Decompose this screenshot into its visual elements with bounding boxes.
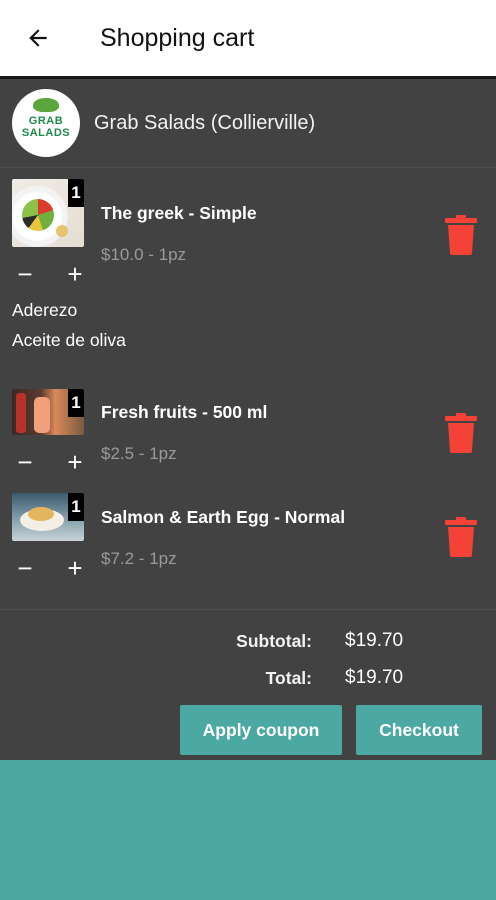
item-image: 1: [12, 493, 84, 541]
quantity-stepper: − +: [12, 555, 88, 581]
decrease-button[interactable]: −: [12, 555, 38, 581]
extra-option-value: Aceite de oliva: [12, 330, 126, 350]
item-name: Salmon & Earth Egg - Normal: [101, 507, 346, 527]
arrow-left-icon: [29, 29, 47, 47]
checkout-button[interactable]: Checkout: [356, 705, 482, 755]
increase-button[interactable]: +: [62, 555, 88, 581]
logo-text-line1: GRAB: [28, 115, 64, 127]
quantity-stepper: − +: [12, 449, 88, 475]
item-thumbnail-wrap: 1: [12, 493, 84, 541]
total-value: $19.70: [345, 667, 404, 688]
subtotal-value: $19.70: [345, 630, 404, 651]
item-name: The greek - Simple: [101, 203, 257, 223]
increase-button[interactable]: +: [62, 449, 88, 475]
store-header: GRAB SALADS Grab Salads (Collierville): [0, 79, 496, 168]
app-bar: Shopping cart: [0, 0, 496, 76]
subtotal-label: Subtotal:: [236, 631, 312, 651]
item-thumbnail-wrap: 1: [12, 179, 84, 247]
divider: [0, 609, 496, 610]
item-name: Fresh fruits - 500 ml: [101, 402, 268, 422]
quantity-badge: 1: [68, 179, 84, 207]
quantity-badge: 1: [68, 389, 84, 417]
decrease-button[interactable]: −: [12, 261, 38, 287]
item-price: $10.0 - 1pz: [101, 245, 187, 264]
item-thumbnail-wrap: 1: [12, 389, 84, 435]
quantity-badge: 1: [68, 493, 84, 521]
delete-icon[interactable]: [445, 413, 477, 453]
total-label: Total:: [265, 668, 312, 688]
quantity-stepper: − +: [12, 261, 88, 287]
item-image: 1: [12, 179, 84, 247]
item-price: $2.5 - 1pz: [101, 444, 177, 463]
apply-coupon-button[interactable]: Apply coupon: [180, 705, 342, 755]
increase-button[interactable]: +: [62, 261, 88, 287]
logo-text-line2: SALADS: [21, 127, 71, 139]
back-button[interactable]: [0, 0, 76, 76]
delete-icon[interactable]: [445, 517, 477, 557]
leaf-icon: [33, 98, 59, 112]
extra-option-title: Aderezo: [12, 300, 78, 320]
cart-card: GRAB SALADS Grab Salads (Collierville) 1…: [0, 76, 496, 760]
item-image: 1: [12, 389, 84, 435]
decrease-button[interactable]: −: [12, 449, 38, 475]
item-price: $7.2 - 1pz: [101, 549, 177, 568]
store-name: Grab Salads (Collierville): [94, 111, 316, 134]
page-title: Shopping cart: [100, 23, 255, 52]
store-logo: GRAB SALADS: [12, 89, 80, 157]
delete-icon[interactable]: [445, 215, 477, 255]
